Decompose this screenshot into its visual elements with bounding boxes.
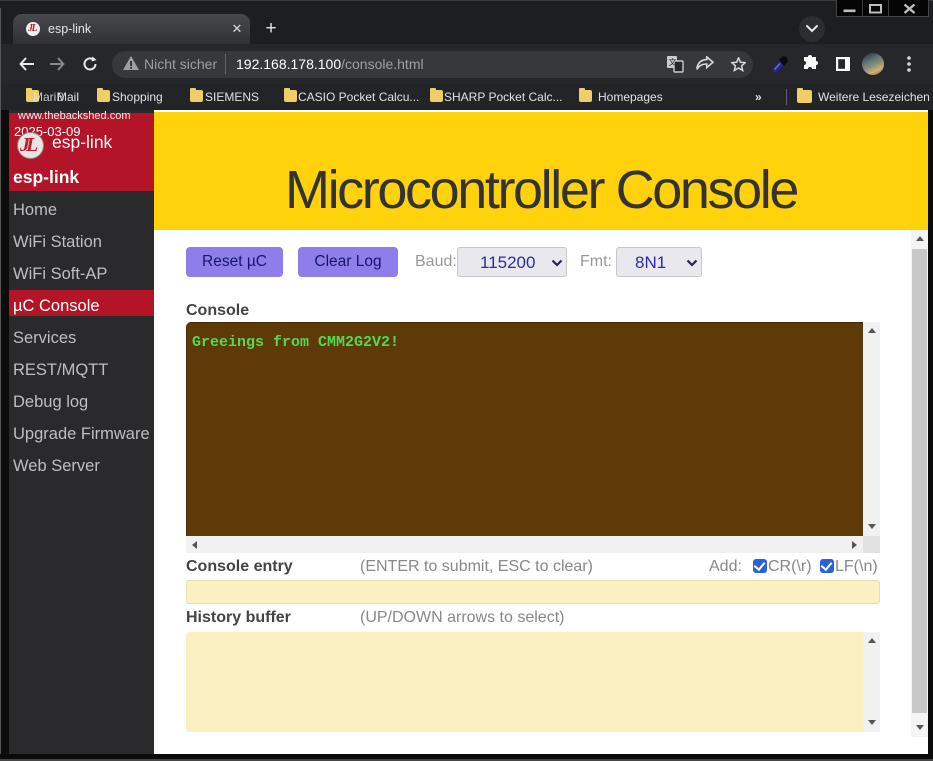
svg-text:文: 文 [669,57,677,67]
